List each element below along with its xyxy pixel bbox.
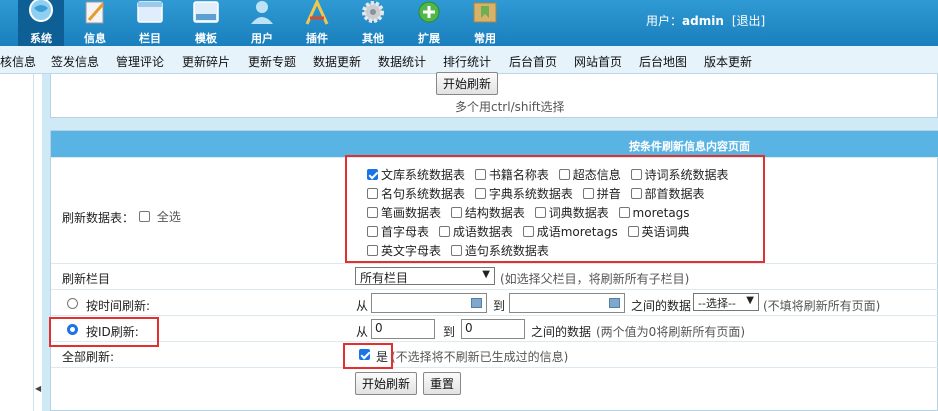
tool-user[interactable]: 用户 xyxy=(239,0,285,46)
select-all-label: 全选 xyxy=(156,210,181,224)
refresh-by-time-row: 按时间刷新: 从 到 之间的数据 --选择-- ▼ (不填将刷新所有页面) xyxy=(51,289,938,315)
time-between-label: 之间的数据 xyxy=(631,299,692,313)
logout-link[interactable]: [退出] xyxy=(732,14,765,28)
reset-button[interactable]: 重置 xyxy=(423,372,462,395)
refresh-by-column-box: 开始刷新 多个用ctrl/shift选择 xyxy=(50,72,938,118)
tool-system[interactable]: 系统 xyxy=(18,0,64,46)
calendar-icon[interactable] xyxy=(471,298,482,308)
collapse-arrow-icon[interactable]: ◀ xyxy=(35,384,41,393)
tool-column[interactable]: 栏目 xyxy=(127,0,173,46)
time-type-select[interactable]: --选择-- ▼ xyxy=(693,293,759,311)
user-info: 用户：admin [退出] xyxy=(646,12,765,29)
id-from-input[interactable]: 0 xyxy=(371,319,435,339)
tool-info[interactable]: 信息 xyxy=(72,0,118,46)
column-note: (如选择父栏目，将刷新所有子栏目) xyxy=(500,272,690,286)
full-refresh-row: 全部刷新: 是 (不选择将不刷新已生成过的信息) xyxy=(51,341,938,367)
time-to-input[interactable] xyxy=(509,293,625,313)
column-select[interactable]: 所有栏目 ▼ xyxy=(355,267,495,285)
calendar-icon[interactable] xyxy=(609,298,620,308)
by-time-radio[interactable] xyxy=(67,297,78,311)
refresh-by-condition-panel: 按条件刷新信息内容页面 刷新数据表： 全选 文库系统数据表 书籍名称表 超态信息… xyxy=(49,130,938,411)
select-all-checkbox[interactable] xyxy=(139,211,150,222)
top-toolbar: 系统 信息 栏目 模板 用户 插件 其他 扩展 常用 用户：admin [退出] xyxy=(0,0,938,46)
nav-item[interactable]: 版本更新 xyxy=(704,53,752,70)
plugin-tools-icon xyxy=(305,0,329,25)
highlight-tables-box xyxy=(345,155,765,263)
nav-item[interactable]: 核信息 xyxy=(0,53,36,70)
user-name: admin xyxy=(682,14,724,28)
by-time-label: 按时间刷新: xyxy=(86,299,151,313)
refresh-tables-label: 刷新数据表： xyxy=(62,211,135,225)
start-refresh-button-top[interactable]: 开始刷新 xyxy=(436,72,499,95)
template-window-icon xyxy=(193,1,219,23)
nav-item[interactable]: 后台首页 xyxy=(509,53,557,70)
id-to-input[interactable]: 0 xyxy=(461,319,525,339)
multi-select-hint: 多个用ctrl/shift选择 xyxy=(455,100,565,114)
system-globe-icon xyxy=(29,0,53,22)
nav-item[interactable]: 数据统计 xyxy=(378,53,426,70)
tool-template[interactable]: 模板 xyxy=(183,0,229,46)
nav-item[interactable]: 网站首页 xyxy=(574,53,622,70)
user-icon xyxy=(251,1,273,24)
nav-item[interactable]: 更新专题 xyxy=(248,53,296,70)
nav-item[interactable]: 后台地图 xyxy=(639,53,687,70)
highlight-full-refresh-box xyxy=(343,343,393,369)
chevron-down-icon: ▼ xyxy=(746,295,754,306)
tool-other[interactable]: 其他 xyxy=(350,0,396,46)
full-refresh-label: 全部刷新: xyxy=(62,350,115,364)
id-from-label: 从 xyxy=(356,325,369,339)
start-refresh-button[interactable]: 开始刷新 xyxy=(355,372,418,395)
gear-icon xyxy=(362,1,384,23)
user-prefix: 用户： xyxy=(646,14,683,28)
nav-item[interactable]: 管理评论 xyxy=(116,53,164,70)
time-from-label: 从 xyxy=(356,299,369,313)
nav-item[interactable]: 数据更新 xyxy=(313,53,361,70)
left-rail xyxy=(0,74,33,411)
nav-item[interactable]: 更新碎片 xyxy=(182,53,230,70)
tool-plugin[interactable]: 插件 xyxy=(294,0,340,46)
id-note: (两个值为0将刷新所有页面) xyxy=(596,325,745,339)
time-from-input[interactable] xyxy=(371,293,487,313)
time-to-label: 到 xyxy=(493,299,506,313)
refresh-column-row: 刷新栏目 所有栏目 ▼ (如选择父栏目，将刷新所有子栏目) xyxy=(51,263,938,289)
id-between-label: 之间的数据 xyxy=(531,325,592,339)
tool-common[interactable]: 常用 xyxy=(462,0,508,46)
nav-item[interactable]: 排行统计 xyxy=(443,53,491,70)
refresh-by-id-row: 按ID刷新: 从 0 到 0 之间的数据 (两个值为0将刷新所有页面) xyxy=(51,315,938,341)
select-all-option[interactable]: 全选 xyxy=(139,208,181,225)
refresh-column-label: 刷新栏目 xyxy=(62,272,111,286)
main-content: 开始刷新 多个用ctrl/shift选择 按条件刷新信息内容页面 刷新数据表： … xyxy=(42,72,938,411)
highlight-by-id-box xyxy=(49,317,159,347)
nav-item[interactable]: 签发信息 xyxy=(51,53,99,70)
action-buttons-row: 开始刷新 重置 xyxy=(51,367,938,397)
id-to-label: 到 xyxy=(443,325,456,339)
quick-nav-bar: 核信息 签发信息 管理评论 更新碎片 更新专题 数据更新 数据统计 排行统计 后… xyxy=(0,46,938,74)
panel-title: 按条件刷新信息内容页面 xyxy=(629,140,750,153)
extend-plus-icon xyxy=(418,1,440,23)
chevron-down-icon: ▼ xyxy=(482,269,490,280)
column-window-icon xyxy=(137,1,163,23)
panel-header: 按条件刷新信息内容页面 xyxy=(51,131,938,157)
common-folder-icon xyxy=(473,2,497,23)
info-edit-icon xyxy=(85,1,105,24)
full-refresh-note: (不选择将不刷新已生成过的信息) xyxy=(391,350,569,364)
tool-extend[interactable]: 扩展 xyxy=(406,0,452,46)
rail-divider xyxy=(33,74,34,411)
time-note: (不填将刷新所有页面) xyxy=(763,299,881,313)
